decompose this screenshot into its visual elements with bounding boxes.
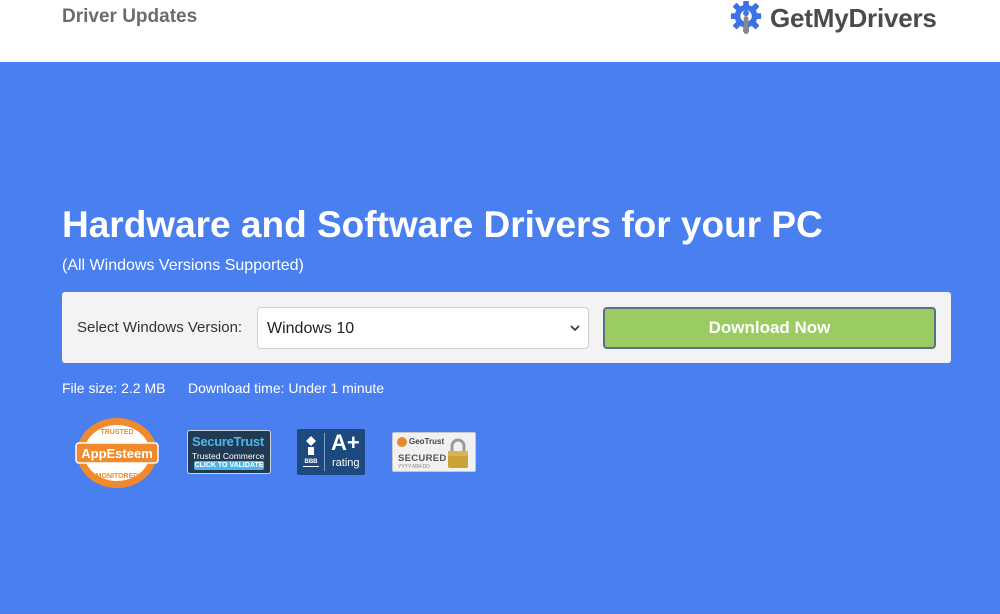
securetrust-validate: CLICK TO VALIDATE <box>194 461 264 470</box>
geotrust-brand: GeoTrust <box>409 437 445 446</box>
geotrust-secured: SECURED <box>398 453 447 464</box>
chevron-down-icon <box>570 325 580 332</box>
geotrust-logo-icon <box>397 437 407 447</box>
selected-version: Windows 10 <box>267 320 355 337</box>
page-title: Hardware and Software Drivers for your P… <box>62 204 823 245</box>
appesteem-name: AppEsteem <box>81 446 153 461</box>
appesteem-top: TRUSTED <box>100 429 133 436</box>
securetrust-subtitle: Trusted Commerce <box>192 451 265 461</box>
page-subtitle: (All Windows Versions Supported) <box>62 257 304 274</box>
bbb-rating: rating <box>332 457 360 469</box>
download-time: Download time: Under 1 minute <box>188 380 385 396</box>
download-now-button[interactable]: Download Now <box>603 307 936 349</box>
download-panel: Select Windows Version: Windows 10 Downl… <box>62 292 951 363</box>
geotrust-date: YYYY-MM-DD <box>398 464 430 470</box>
bbb-divider <box>324 433 325 471</box>
appesteem-bottom: MONITORED <box>96 473 139 480</box>
securetrust-title: SecureTrust <box>192 434 264 449</box>
svg-text:BBB: BBB <box>305 459 319 465</box>
brand-logo[interactable]: GetMyDrivers <box>728 0 937 36</box>
windows-version-select[interactable]: Windows 10 <box>257 307 589 349</box>
bbb-torch-icon: BBB <box>303 436 319 467</box>
bbb-badge[interactable]: BBB A+ rating <box>297 429 365 475</box>
top-bar: Driver Updates GetMyDrivers <box>0 0 1000 62</box>
geotrust-badge[interactable]: GeoTrust SECURED YYYY-MM-DD <box>392 432 476 472</box>
gear-wrench-icon <box>730 0 762 35</box>
appesteem-badge[interactable]: AppEsteem TRUSTED MONITORED <box>74 416 160 490</box>
bbb-grade: A+ <box>331 430 360 455</box>
file-size: File size: 2.2 MB <box>62 380 166 396</box>
padlock-icon <box>448 438 468 468</box>
securetrust-badge[interactable]: SecureTrust Trusted Commerce CLICK TO VA… <box>187 430 271 474</box>
site-title[interactable]: Driver Updates <box>62 6 197 28</box>
logo-text: GetMyDrivers <box>770 2 937 33</box>
windows-version-label: Select Windows Version: <box>77 319 243 336</box>
